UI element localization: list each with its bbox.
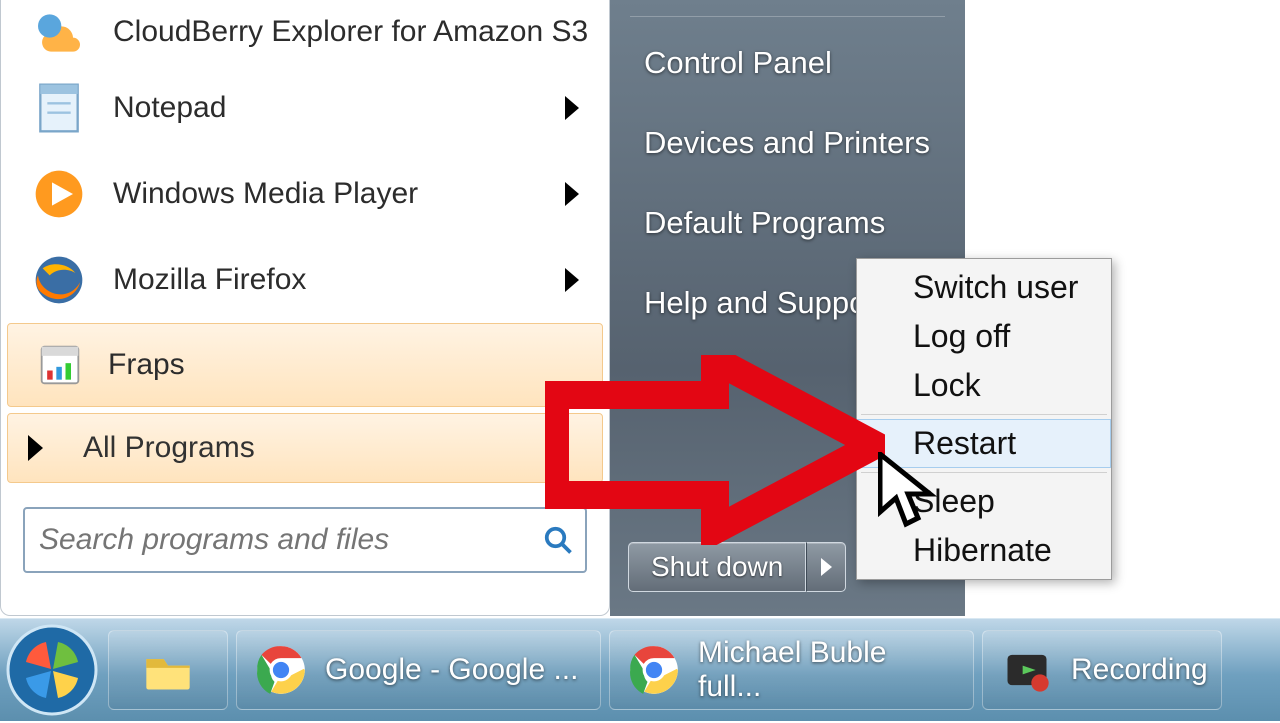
app-label: CloudBerry Explorer for Amazon S3 — [113, 15, 589, 50]
divider — [861, 472, 1107, 473]
app-label: Notepad — [113, 91, 565, 126]
shutdown-options-button[interactable] — [806, 542, 846, 592]
search-area — [23, 507, 587, 573]
app-item-fraps[interactable]: Fraps — [7, 323, 603, 407]
shutdown-split-button: Shut down — [628, 542, 846, 592]
power-menu-switch-user[interactable]: Switch user — [857, 263, 1111, 312]
power-menu-sleep[interactable]: Sleep — [857, 477, 1111, 526]
right-link-devices[interactable]: Devices and Printers — [610, 103, 965, 183]
fraps-icon — [38, 343, 82, 387]
search-box[interactable] — [23, 507, 587, 573]
notepad-icon — [31, 80, 87, 136]
shutdown-label: Shut down — [651, 551, 783, 583]
chevron-right-icon — [28, 435, 43, 461]
power-menu-hibernate[interactable]: Hibernate — [857, 526, 1111, 575]
app-label: Windows Media Player — [113, 177, 565, 212]
shutdown-button[interactable]: Shut down — [628, 542, 806, 592]
divider — [630, 16, 945, 17]
app-item-notepad[interactable]: Notepad — [1, 65, 609, 151]
taskbar-label: Recording — [1071, 653, 1208, 687]
taskbar-label: Michael Buble full... — [698, 636, 955, 704]
right-link-default-programs[interactable]: Default Programs — [610, 183, 965, 263]
wmp-icon — [31, 166, 87, 222]
cloudberry-icon — [31, 5, 87, 61]
firefox-icon — [31, 252, 87, 308]
app-item-cloudberry[interactable]: CloudBerry Explorer for Amazon S3 — [1, 0, 609, 65]
app-label: Fraps — [108, 348, 588, 383]
folder-icon — [142, 644, 194, 696]
taskbar-item-chrome-buble[interactable]: Michael Buble full... — [609, 630, 974, 710]
taskbar-item-explorer[interactable] — [108, 630, 228, 710]
app-label: Mozilla Firefox — [113, 263, 565, 298]
taskbar-item-recording[interactable]: Recording — [982, 630, 1222, 710]
power-menu-lock[interactable]: Lock — [857, 361, 1111, 410]
search-icon — [543, 525, 573, 555]
app-item-firefox[interactable]: Mozilla Firefox — [1, 237, 609, 323]
power-menu-log-off[interactable]: Log off — [857, 312, 1111, 361]
chevron-right-icon — [565, 182, 579, 206]
taskbar-label: Google - Google ... — [325, 653, 578, 687]
all-programs-label: All Programs — [83, 431, 255, 465]
start-menu: CloudBerry Explorer for Amazon S3 Notepa… — [0, 0, 965, 616]
taskbar: Google - Google ... Michael Buble full..… — [0, 618, 1280, 721]
chevron-right-icon — [565, 268, 579, 292]
right-link-control-panel[interactable]: Control Panel — [610, 23, 965, 103]
search-input[interactable] — [37, 522, 543, 558]
recording-icon — [1001, 644, 1053, 696]
power-options-menu: Switch user Log off Lock Restart Sleep H… — [856, 258, 1112, 580]
power-menu-restart[interactable]: Restart — [857, 419, 1111, 468]
chrome-icon — [628, 644, 680, 696]
divider — [861, 414, 1107, 415]
chrome-icon — [255, 644, 307, 696]
start-orb[interactable] — [4, 622, 100, 718]
all-programs-button[interactable]: All Programs — [7, 413, 603, 483]
taskbar-item-chrome-google[interactable]: Google - Google ... — [236, 630, 601, 710]
start-menu-left-panel: CloudBerry Explorer for Amazon S3 Notepa… — [0, 0, 610, 616]
chevron-right-icon — [565, 96, 579, 120]
app-item-wmp[interactable]: Windows Media Player — [1, 151, 609, 237]
